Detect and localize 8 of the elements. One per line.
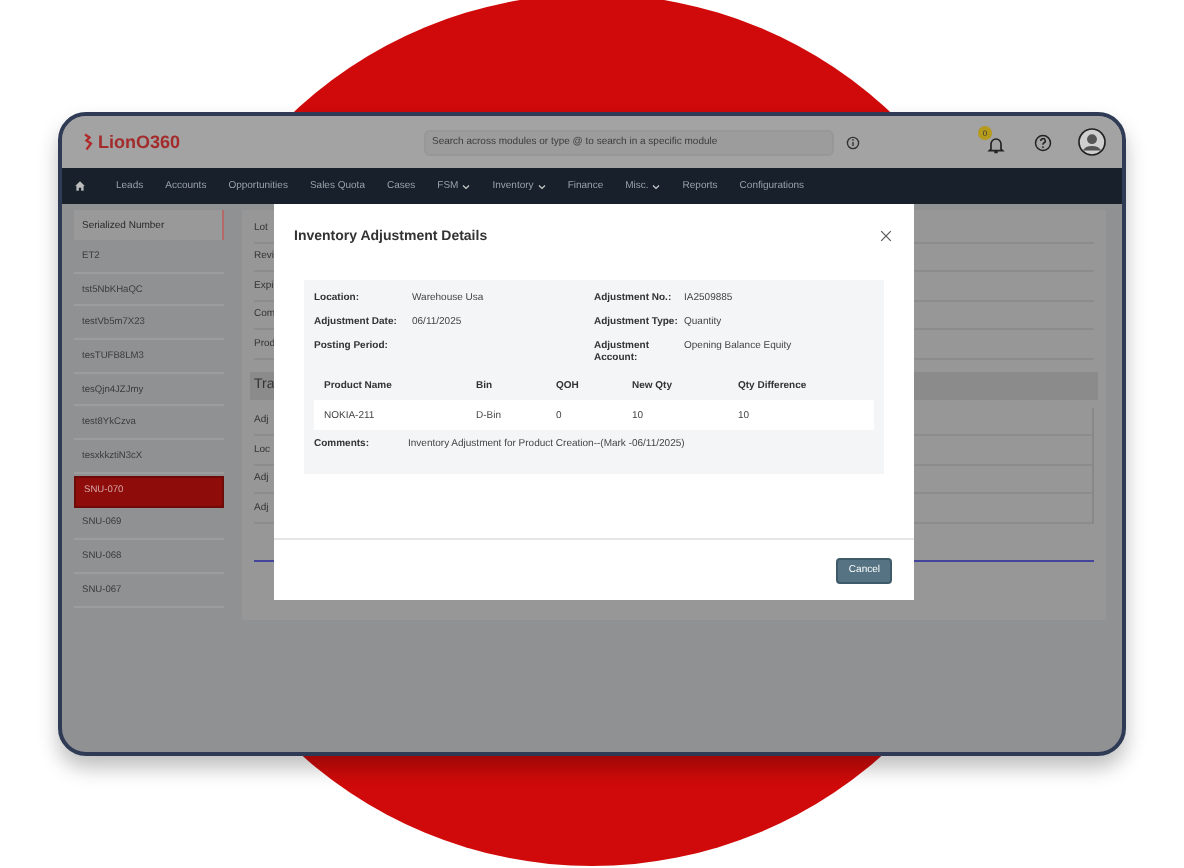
home-icon[interactable] [74,180,86,192]
close-icon[interactable] [880,230,892,242]
avatar-icon[interactable] [1078,128,1106,156]
logo: LionO360 [82,132,412,152]
bell-icon[interactable] [986,134,1006,154]
logo-icon [82,132,94,152]
info-icon[interactable] [846,135,860,149]
help-icon[interactable] [1034,133,1052,151]
